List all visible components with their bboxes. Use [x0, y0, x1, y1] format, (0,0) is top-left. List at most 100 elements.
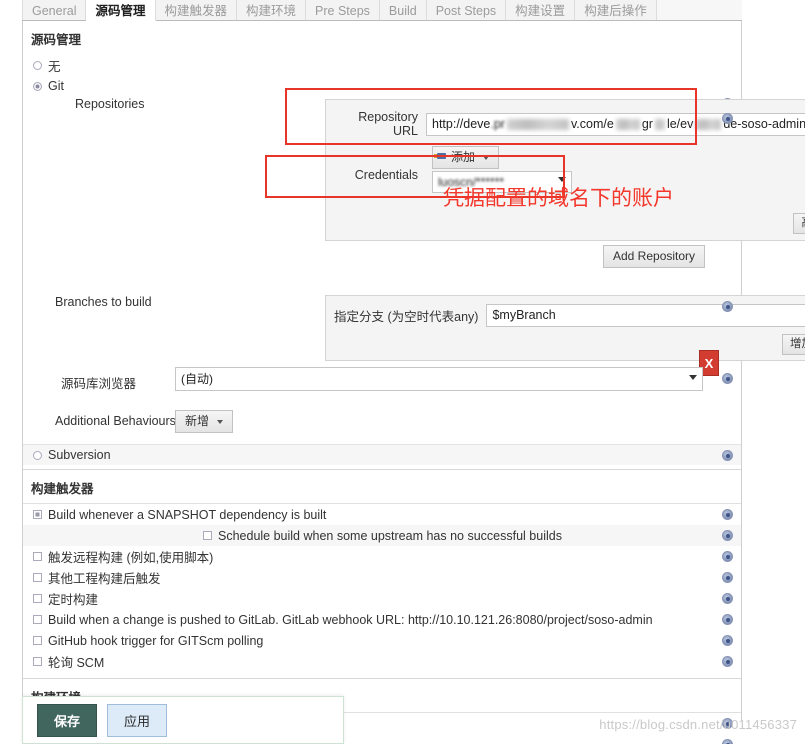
save-button[interactable]: 保存 — [37, 703, 98, 737]
git-config-block: Repositories Repository URL http://deve.… — [23, 95, 805, 410]
trigger-poll-scm[interactable]: 轮询 SCM — [23, 651, 741, 672]
repository-url-value-prefix: http://deve — [432, 116, 491, 131]
tab-build-settings[interactable]: 构建设置 — [506, 0, 576, 20]
config-tab-bar: General 源码管理 构建触发器 构建环境 Pre Steps Build … — [22, 0, 742, 21]
scm-option-subversion-label: Subversion — [48, 448, 111, 462]
trigger-gitlab-push[interactable]: Build when a change is pushed to GitLab.… — [23, 609, 741, 630]
repository-url-value-suffix: de-soso-admin.git — [723, 116, 805, 131]
trigger-after-other-projects[interactable]: 其他工程构建后触发 — [23, 567, 741, 588]
add-branch-button[interactable]: 增加分支 — [782, 334, 805, 355]
chevron-down-icon — [689, 375, 697, 380]
scm-option-none-label: 无 — [48, 60, 61, 74]
scm-option-git[interactable]: Git — [23, 77, 741, 95]
repository-url-row: Repository URL http://deve. pr v.com/e gr le… — [326, 100, 805, 144]
chevron-down-icon — [483, 155, 490, 160]
apply-button[interactable]: 应用 — [107, 703, 168, 737]
build-triggers-section-title: 构建触发器 — [31, 482, 94, 496]
checkbox-after-other-projects[interactable] — [33, 573, 42, 582]
repository-url-value-mid2: v.com/e — [570, 116, 614, 131]
radio-subversion[interactable] — [33, 450, 42, 460]
trigger-poll-scm-help-icon[interactable] — [722, 656, 733, 667]
tab-pre-steps[interactable]: Pre Steps — [306, 0, 380, 20]
tab-post-steps[interactable]: Post Steps — [426, 0, 507, 20]
trigger-after-other-projects-label: 其他工程构建后触发 — [48, 572, 161, 586]
trigger-periodic-build[interactable]: 定时构建 — [23, 588, 741, 609]
trigger-snapshot-dependency-label: Build whenever a SNAPSHOT dependency is … — [48, 507, 327, 522]
tab-build-environment[interactable]: 构建环境 — [237, 0, 307, 20]
repository-url-label: Repository URL — [358, 110, 418, 138]
tab-build[interactable]: Build — [379, 0, 427, 20]
checkbox-snapshot-dependency[interactable] — [33, 510, 42, 519]
sticky-save-bar: 保存 应用 — [22, 696, 344, 744]
advanced-button[interactable]: 高级... — [793, 213, 805, 234]
trigger-github-hook[interactable]: GitHub hook trigger for GITScm polling — [23, 630, 741, 651]
tab-post-build-actions[interactable]: 构建后操作 — [575, 0, 657, 20]
checkbox-github-hook[interactable] — [33, 636, 42, 645]
branch-specifier-row: 指定分支 (为空时代表any) $myBranch — [326, 296, 805, 331]
repository-browser-select[interactable]: (自动) — [175, 367, 703, 391]
trigger-schedule-upstream[interactable]: Schedule build when some upstream has no… — [23, 525, 741, 546]
trigger-periodic-build-label: 定时构建 — [48, 593, 99, 607]
add-behaviour-button[interactable]: 新增 — [175, 410, 234, 433]
tab-general[interactable]: General — [22, 0, 87, 20]
checkbox-remote-build[interactable] — [33, 552, 42, 561]
trigger-remote-help-icon[interactable] — [722, 551, 733, 562]
add-repository-button[interactable]: Add Repository — [603, 245, 706, 268]
add-behaviour-label: 新增 — [185, 414, 210, 428]
checkbox-schedule-upstream[interactable] — [203, 531, 212, 540]
branches-help-icon[interactable] — [722, 301, 733, 312]
plug-icon — [434, 153, 446, 159]
trigger-github-help-icon[interactable] — [722, 635, 733, 646]
delete-branch-label: X — [704, 355, 714, 371]
repository-browser-label: 源码库浏览器 — [61, 377, 137, 391]
repository-url-input[interactable]: http://deve. pr v.com/e gr le/ev de-soso-admi… — [426, 112, 805, 136]
add-credentials-button[interactable]: 添加 — [432, 146, 500, 169]
trigger-snapshot-help-icon[interactable] — [722, 509, 733, 520]
additional-behaviours-label: Additional Behaviours — [55, 414, 176, 428]
trigger-snapshot-dependency[interactable]: Build whenever a SNAPSHOT dependency is … — [23, 504, 741, 525]
jenkins-job-config-page: General 源码管理 构建触发器 构建环境 Pre Steps Build … — [0, 0, 805, 744]
radio-git[interactable] — [33, 81, 42, 91]
repository-browser-value: (自动) — [181, 372, 213, 386]
trigger-github-hook-label: GitHub hook trigger for GITScm polling — [48, 633, 264, 648]
additional-behaviours-row: Additional Behaviours 新增 — [23, 410, 741, 444]
config-form: 源码管理 无 Git Repositories Repository URL h… — [22, 21, 805, 744]
annotation-text: 凭据配置的域名下的账户 — [443, 186, 674, 210]
trigger-remote-build-label: 触发远程构建 (例如,使用脚本) — [48, 551, 214, 565]
trigger-after-projects-help-icon[interactable] — [722, 572, 733, 583]
scm-option-subversion[interactable]: Subversion — [23, 444, 741, 465]
branch-specifier-input[interactable]: $myBranch — [486, 304, 805, 327]
trigger-periodic-help-icon[interactable] — [722, 593, 733, 604]
tab-source-code-management[interactable]: 源码管理 — [86, 0, 156, 21]
branches-panel: 指定分支 (为空时代表any) $myBranch 增加分支 — [325, 295, 805, 361]
branch-specifier-label: 指定分支 (为空时代表any) — [334, 310, 479, 324]
checkbox-poll-scm[interactable] — [33, 657, 42, 666]
scm-section-title: 源码管理 — [31, 33, 82, 47]
repositories-label: Repositories — [75, 97, 145, 111]
scm-option-git-label: Git — [48, 79, 64, 93]
repository-browser-help-icon[interactable] — [722, 373, 733, 384]
trigger-schedule-upstream-label: Schedule build when some upstream has no… — [218, 528, 562, 543]
trigger-poll-scm-label: 轮询 SCM — [48, 656, 105, 670]
checkbox-gitlab-push[interactable] — [33, 615, 42, 624]
trigger-gitlab-help-icon[interactable] — [722, 614, 733, 625]
trigger-remote-build[interactable]: 触发远程构建 (例如,使用脚本) — [23, 546, 741, 567]
repository-url-value-mid: pr — [493, 116, 505, 131]
tab-build-triggers[interactable]: 构建触发器 — [155, 0, 238, 20]
credentials-label: Credentials — [354, 168, 418, 182]
radio-none[interactable] — [33, 61, 42, 70]
repository-url-value-mid3: gr — [641, 116, 653, 131]
checkbox-periodic-build[interactable] — [33, 594, 42, 603]
subversion-help-icon[interactable] — [722, 450, 733, 461]
branches-to-build-label: Branches to build — [55, 295, 152, 309]
trigger-schedule-help-icon[interactable] — [722, 530, 733, 541]
trigger-gitlab-push-label: Build when a change is pushed to GitLab.… — [48, 612, 653, 627]
watermark: https://blog.csdn.net/u011456337 — [599, 717, 797, 732]
repository-url-help-icon[interactable] — [722, 113, 733, 124]
env-use-secret-help-icon[interactable] — [722, 739, 733, 744]
repository-url-value-mid4: le/ev — [666, 116, 694, 131]
repositories-panel: Repository URL http://deve. pr v.com/e gr le… — [325, 99, 805, 241]
add-credentials-label: 添加 — [451, 150, 476, 164]
chevron-down-icon — [217, 419, 224, 424]
scm-option-none[interactable]: 无 — [23, 54, 741, 77]
